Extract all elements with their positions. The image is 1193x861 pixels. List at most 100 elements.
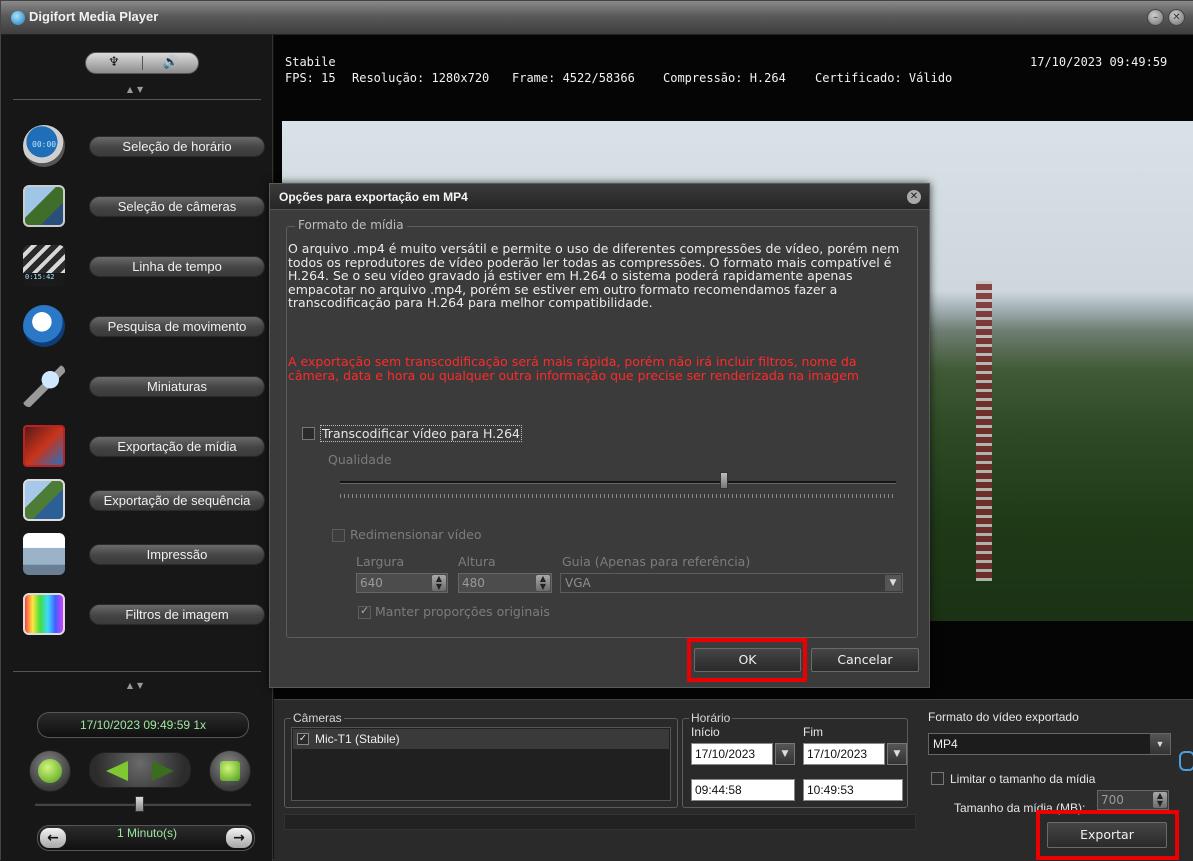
format-select[interactable]: MP4 ▼ (928, 733, 1171, 755)
scroll-arrows-top[interactable]: ▲▼ (1, 85, 273, 94)
video-tower (976, 281, 992, 581)
quality-slider-ticks (340, 494, 896, 498)
transcode-label[interactable]: Transcodificar vídeo para H.264 (320, 425, 522, 442)
sidebar-item-label[interactable]: Seleção de horário (89, 136, 265, 157)
start-time-field[interactable]: 09:44:58 (691, 779, 795, 801)
sidebar-item-label[interactable]: Exportação de sequência (89, 490, 265, 511)
size-spinner-arrows-icon[interactable]: ▲ ▼ (1153, 792, 1167, 808)
sidebar-item-label[interactable]: Filtros de imagem (89, 604, 265, 625)
size-value: 700 (1101, 793, 1124, 807)
mp4-export-dialog: Opções para exportação em MP4 ✕ Formato … (269, 183, 930, 688)
start-date-dropdown-icon[interactable]: ▼ (775, 743, 795, 765)
end-date-dropdown-icon[interactable]: ▼ (887, 743, 907, 765)
dialog-close-icon[interactable]: ✕ (907, 190, 921, 204)
export-progress-bar (284, 814, 916, 830)
end-time-field[interactable]: 10:49:53 (803, 779, 903, 801)
camera-checkbox[interactable]: ✓ (297, 733, 309, 745)
width-spinner-arrows-icon[interactable]: ▲ ▼ (432, 575, 446, 591)
playback-panel: 17/10/2023 09:49:59 1x ← 1 Minuto(s) → (11, 700, 267, 860)
color-filter-icon (23, 593, 65, 635)
camera-item-label: Mic-T1 (Stabile) (315, 732, 400, 746)
time-label: Horário (689, 711, 733, 725)
sidebar-item-label[interactable]: Exportação de mídia (89, 436, 265, 457)
dialog-warning: A exportação sem transcodificação será m… (288, 354, 860, 383)
title-bar: Digifort Media Player – ✕ (1, 1, 1193, 35)
ok-button-highlight (687, 638, 807, 682)
end-label: Fim (803, 725, 823, 739)
cameras-group: Câmeras ✓ Mic-T1 (Stabile) (284, 711, 678, 808)
play-forward-icon[interactable] (152, 761, 174, 781)
play-backward-icon[interactable] (106, 761, 128, 781)
pause-button[interactable] (29, 750, 71, 792)
height-spinner[interactable]: 480 ▲ ▼ (458, 573, 552, 593)
clapperboard-icon: 0:15:42 (23, 245, 65, 287)
sidebar-divider (13, 99, 261, 100)
sidebar-item-print[interactable]: Impressão (13, 529, 265, 579)
guide-label: Guia (Apenas para referência) (562, 554, 751, 569)
speed-slider-thumb[interactable] (135, 796, 144, 812)
keep-ratio-checkbox[interactable] (358, 604, 371, 619)
sidebar-item-sequence-export[interactable]: Exportação de sequência (13, 475, 265, 525)
camera-images-icon (23, 185, 65, 227)
camera-list-item[interactable]: ✓ Mic-T1 (Stabile) (293, 729, 669, 749)
guide-select[interactable]: VGA ▼ (560, 573, 903, 593)
sidebar-divider-bottom (13, 671, 261, 672)
stop-icon (220, 761, 240, 781)
end-date-field[interactable]: 17/10/2023 (803, 743, 885, 765)
joystick-icon[interactable]: ♆ (86, 53, 142, 73)
quality-slider-thumb[interactable] (719, 472, 728, 489)
guide-dropdown-icon[interactable]: ▼ (885, 575, 901, 591)
frame-info: Frame: 4522/58366 (512, 71, 635, 85)
media-format-label: Formato de mídia (295, 218, 407, 232)
height-spinner-arrows-icon[interactable]: ▲ ▼ (536, 575, 550, 591)
film-export-icon (23, 425, 65, 467)
limit-size-label: Limitar o tamanho da mídia (950, 772, 1096, 786)
sidebar-toolbar: ♆ 🔊 ▲▼ (1, 35, 273, 99)
speaker-icon[interactable]: 🔊 (143, 53, 199, 73)
export-button-highlight (1036, 810, 1179, 860)
step-value: 1 Minuto(s) (116, 826, 178, 840)
format-dropdown-icon[interactable]: ▼ (1150, 734, 1170, 754)
window-title: Digifort Media Player (29, 9, 159, 24)
step-forward-arrow-icon[interactable]: → (226, 828, 252, 848)
quality-label: Qualidade (328, 452, 392, 467)
sidebar-item-label[interactable]: Impressão (89, 544, 265, 565)
minimize-icon[interactable]: – (1147, 9, 1164, 26)
close-window-icon[interactable]: ✕ (1168, 9, 1185, 26)
limit-size-checkbox[interactable] (931, 772, 944, 785)
height-label: Altura (458, 554, 496, 569)
camera-list[interactable]: ✓ Mic-T1 (Stabile) (291, 727, 671, 801)
step-back-arrow-icon[interactable]: ← (40, 828, 66, 848)
format-value: MP4 (933, 737, 958, 751)
sidebar-item-label[interactable]: Miniaturas (89, 376, 265, 397)
sidebar-item-label[interactable]: Linha de tempo (89, 256, 265, 277)
time-group: Horário Início Fim 17/10/2023 ▼ 17/10/20… (682, 711, 908, 808)
quality-slider-track[interactable] (340, 481, 896, 484)
sidebar-item-camera-selection[interactable]: Seleção de câmeras (13, 181, 265, 231)
sidebar: ♆ 🔊 ▲▼ 00:00 Seleção de horário Seleção … (1, 35, 273, 861)
sidebar-item-label[interactable]: Pesquisa de movimento (89, 316, 265, 337)
resize-checkbox[interactable] (332, 529, 345, 542)
fps-info: FPS: 15 (285, 71, 336, 85)
transcode-checkbox[interactable] (302, 427, 315, 440)
sidebar-item-time-selection[interactable]: 00:00 Seleção de horário (13, 121, 265, 171)
motion-search-icon (23, 305, 65, 347)
cancel-button[interactable]: Cancelar (811, 648, 919, 672)
sidebar-item-timeline[interactable]: 0:15:42 Linha de tempo (13, 241, 265, 291)
width-spinner[interactable]: 640 ▲ ▼ (356, 573, 448, 593)
sidebar-item-image-filters[interactable]: Filtros de imagem (13, 589, 265, 639)
mode-toggle[interactable]: ♆ 🔊 (85, 52, 199, 74)
start-date-field[interactable]: 17/10/2023 (691, 743, 773, 765)
start-label: Início (691, 725, 720, 739)
app-logo-icon (11, 11, 25, 25)
width-label: Largura (356, 554, 405, 569)
sidebar-item-thumbnails[interactable]: Miniaturas (13, 361, 265, 411)
sidebar-item-motion-search[interactable]: Pesquisa de movimento (13, 301, 265, 351)
side-sync-icon[interactable] (1176, 745, 1193, 775)
scroll-arrows-bottom[interactable]: ▲▼ (1, 681, 273, 690)
size-spinner[interactable]: 700 ▲ ▼ (1097, 790, 1169, 810)
sidebar-item-label[interactable]: Seleção de câmeras (89, 196, 265, 217)
sidebar-item-media-export[interactable]: Exportação de mídia (13, 421, 265, 471)
magnifier-icon (23, 365, 65, 407)
stop-button[interactable] (209, 750, 251, 792)
